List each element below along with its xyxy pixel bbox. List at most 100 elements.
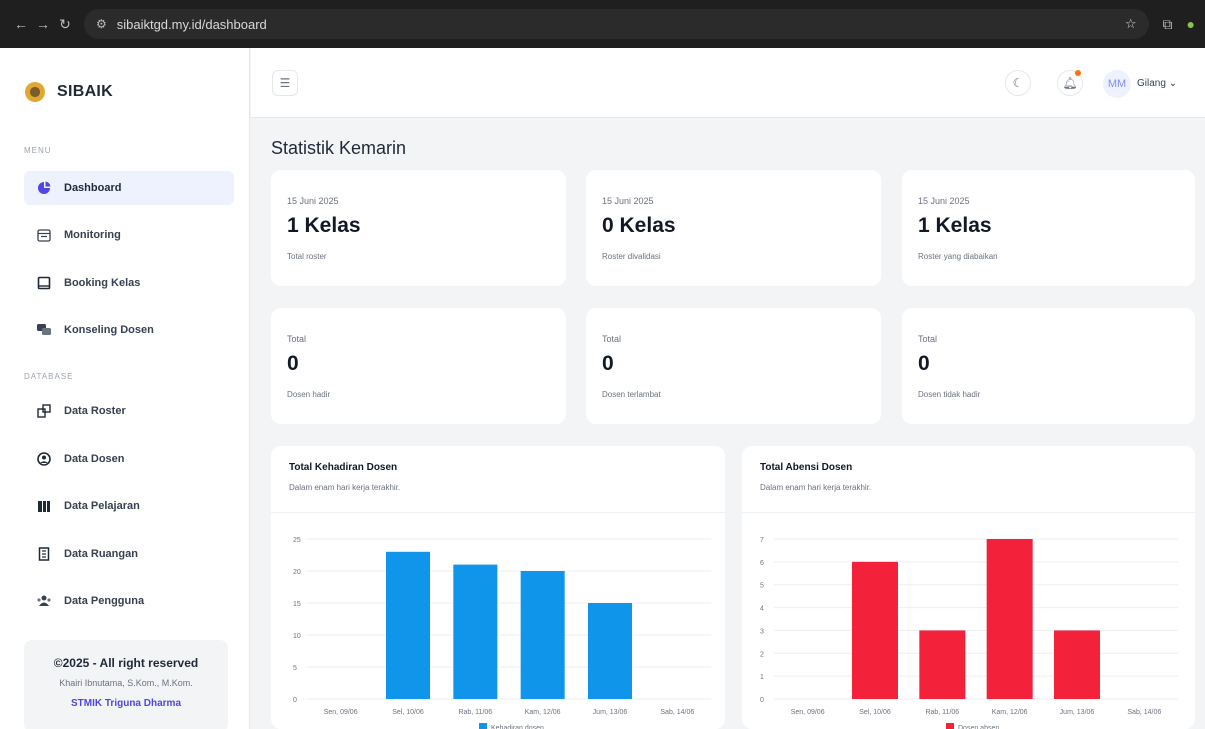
x-tick-label: Sab, 14/06 — [660, 709, 694, 716]
y-tick-label: 0 — [760, 697, 764, 704]
back-icon[interactable]: ← — [10, 16, 32, 32]
topbar: ☰ ☾ 🔔︎ MM Gilang ⌄ — [251, 48, 1205, 118]
institution-link[interactable]: STMIK Triguna Dharma — [24, 698, 228, 709]
avatar[interactable]: MM — [1103, 70, 1131, 98]
sidebar-item-data-pelajaran[interactable]: Data Pelajaran — [24, 489, 234, 523]
sidebar-footer: ©2025 - All right reserved Khairi Ibnuta… — [24, 640, 228, 729]
users-icon — [36, 593, 52, 609]
x-tick-label: Sel, 10/06 — [859, 709, 891, 716]
bar — [520, 571, 565, 699]
y-tick-label: 0 — [293, 697, 297, 704]
chart-card-absensi: Total Abensi Dosen Dalam enam hari kerja… — [742, 446, 1195, 729]
address-bar[interactable]: ⚙ sibaiktgd.my.id/dashboard ☆ — [83, 9, 1149, 39]
stat-card-dosen-tidak-hadir: Total 0 Dosen tidak hadir — [902, 308, 1195, 424]
sidebar-item-label: Data Pelajaran — [64, 500, 140, 512]
sidebar: SIBAIK MENU Dashboard Monitoring Booking… — [0, 48, 250, 729]
sidebar-item-label: Dashboard — [64, 182, 122, 194]
y-tick-label: 10 — [293, 633, 301, 640]
sidebar-item-label: Data Ruangan — [64, 548, 138, 560]
x-tick-label: Jum, 13/06 — [593, 709, 628, 716]
bar — [919, 630, 966, 699]
legend-swatch — [479, 723, 487, 729]
sidebar-item-label: Data Roster — [64, 405, 126, 417]
brand[interactable]: SIBAIK — [25, 82, 113, 102]
page-title: Statistik Kemarin — [271, 138, 407, 158]
stat-date: 15 Juni 2025 — [602, 196, 654, 206]
y-tick-label: 4 — [760, 606, 764, 613]
copyright-text: ©2025 - All right reserved — [53, 656, 199, 670]
site-settings-icon[interactable]: ⚙ — [96, 17, 107, 31]
url-text: sibaiktgd.my.id/dashboard — [116, 16, 267, 32]
stat-card-dosen-hadir: Total 0 Dosen hadir — [271, 308, 566, 424]
dark-mode-button[interactable]: ☾ — [1005, 70, 1031, 96]
logo-icon — [25, 82, 45, 102]
chart-card-kehadiran: Total Kehadiran Dosen Dalam enam hari ke… — [271, 446, 725, 729]
x-tick-label: Rab, 11/06 — [458, 709, 492, 716]
book-icon — [36, 275, 52, 291]
x-tick-label: Sen, 09/06 — [324, 709, 358, 716]
bar — [453, 564, 498, 699]
y-tick-label: 5 — [293, 665, 297, 672]
reload-icon[interactable]: ↻ — [54, 16, 76, 33]
y-tick-label: 15 — [293, 601, 301, 608]
stat-card-roster-divalidasi: 15 Juni 2025 0 Kelas Roster divalidasi — [586, 170, 881, 286]
y-tick-label: 3 — [760, 628, 764, 635]
legend-swatch — [946, 723, 954, 729]
x-tick-label: Kam, 12/06 — [992, 709, 1028, 716]
sidebar-item-konseling-dosen[interactable]: Konseling Dosen — [24, 313, 234, 347]
y-tick-label: 2 — [760, 651, 764, 658]
brand-name: SIBAIK — [57, 83, 114, 100]
bar — [386, 551, 430, 699]
stat-label: Total — [918, 334, 938, 344]
x-tick-label: Kam, 12/06 — [525, 709, 561, 716]
browser-toolbar: ← → ↻ ⚙ sibaiktgd.my.id/dashboard ☆ ⧉ ● — [0, 0, 1205, 48]
y-tick-label: 25 — [293, 537, 301, 544]
stat-value: 1 Kelas — [918, 214, 992, 237]
user-name: Gilang — [1137, 78, 1166, 89]
bar — [852, 561, 898, 699]
bookmark-star-icon[interactable]: ☆ — [1125, 16, 1137, 32]
bar — [986, 539, 1033, 699]
y-tick-label: 20 — [293, 569, 301, 576]
stat-card-roster-diabaikan: 15 Juni 2025 1 Kelas Roster yang diabaik… — [902, 170, 1195, 286]
stat-label: Total — [602, 334, 622, 344]
sidebar-item-monitoring[interactable]: Monitoring — [24, 218, 234, 252]
chevron-down-icon: ⌄ — [1168, 78, 1178, 89]
extension-icon[interactable]: ● — [1187, 16, 1195, 32]
sidebar-item-dashboard[interactable]: Dashboard — [24, 171, 234, 205]
absensi-chart: 0 1 2 3 4 5 6 7 Sen, 09/06 Sel, 10/06 Rab, 11/06 Ka… — [760, 537, 1178, 729]
sidebar-item-data-roster[interactable]: Data Roster — [24, 394, 234, 428]
y-tick-label: 6 — [760, 560, 764, 567]
stat-desc: Roster yang diabaikan — [918, 252, 998, 261]
menu-toggle-button[interactable]: ☰ — [272, 70, 298, 96]
stat-value: 0 — [918, 352, 930, 375]
y-tick-label: 7 — [760, 537, 764, 544]
x-tick-label: Sen, 09/06 — [791, 709, 825, 716]
bar — [1054, 630, 1100, 699]
legend-label: Dosen absen — [958, 725, 999, 729]
stat-desc: Total roster — [287, 252, 327, 261]
calendar-icon — [36, 227, 52, 243]
sidebar-item-data-pengguna[interactable]: Data Pengguna — [24, 584, 234, 618]
extensions-icon[interactable]: ⧉ — [1163, 16, 1173, 33]
y-tick-label: 1 — [760, 674, 764, 681]
sidebar-item-booking-kelas[interactable]: Booking Kelas — [24, 266, 234, 300]
stat-value: 0 — [602, 352, 614, 375]
sidebar-item-data-dosen[interactable]: Data Dosen — [24, 442, 234, 476]
notification-button[interactable]: 🔔︎ — [1057, 70, 1083, 96]
user-menu[interactable]: Gilang ⌄ — [1137, 78, 1177, 89]
x-tick-label: Jum, 13/06 — [1060, 709, 1095, 716]
sidebar-item-data-ruangan[interactable]: Data Ruangan — [24, 537, 234, 571]
forward-icon[interactable]: → — [32, 16, 54, 32]
books-icon — [36, 498, 52, 514]
sidebar-item-label: Data Dosen — [64, 453, 125, 465]
bar — [588, 603, 632, 699]
author-text: Khairi Ibnutama, S.Kom., M.Kom. — [59, 678, 193, 688]
sidebar-item-label: Booking Kelas — [64, 277, 141, 289]
stat-desc: Roster divalidasi — [602, 252, 661, 261]
x-tick-label: Rab, 11/06 — [925, 709, 959, 716]
stat-value: 0 Kelas — [602, 214, 676, 237]
hamburger-icon: ☰ — [279, 76, 291, 90]
moon-icon: ☾ — [1012, 76, 1024, 90]
stat-date: 15 Juni 2025 — [287, 196, 339, 206]
